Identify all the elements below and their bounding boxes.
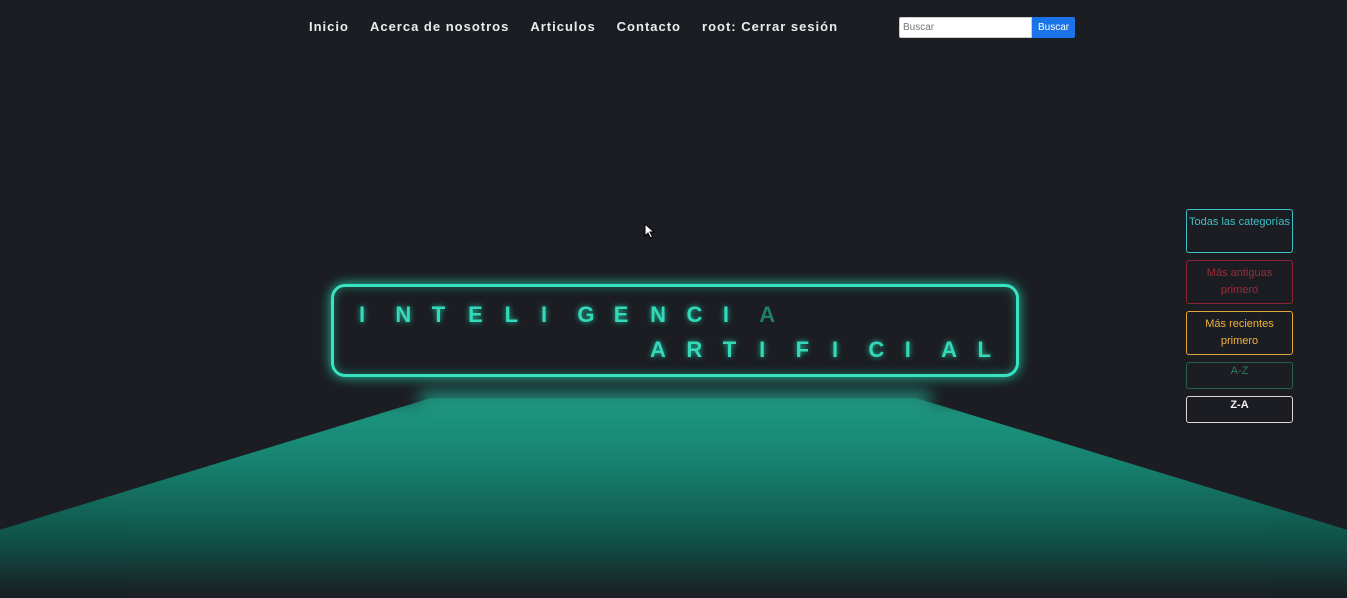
search-input[interactable] [899, 17, 1032, 38]
hero-letter: F [795, 337, 810, 362]
nav-logout[interactable]: root: Cerrar sesión [702, 19, 838, 34]
hero-letter: R [686, 337, 703, 362]
hero-letter: T [431, 302, 446, 327]
sort-filter-panel: Todas las categorías Más antiguas primer… [1186, 209, 1293, 423]
hero-letter: N [395, 302, 412, 327]
sort-newest-button[interactable]: Más recientes primero [1186, 311, 1293, 355]
hero-letter: I [759, 337, 766, 362]
hero-letter: I [540, 302, 548, 327]
hero-line-1: I N T E L I G E N C I A [359, 302, 796, 328]
hero-letter: C [686, 302, 703, 327]
hero-neon-sign: I N T E L I G E N C I A A R T I F I C I … [331, 284, 1019, 377]
hero-letter: A [650, 337, 666, 362]
hero-letter: C [868, 337, 885, 362]
hero-letter: L [504, 302, 519, 327]
hero-letter: A [759, 302, 776, 327]
hero-letter: T [722, 337, 737, 362]
sort-az-button[interactable]: A-Z [1186, 362, 1293, 389]
nav-articulos[interactable]: Articulos [530, 19, 595, 34]
hero-letter: I [904, 337, 911, 362]
hero-letter: I [722, 302, 730, 327]
hero-letter: A [941, 337, 958, 362]
hero-letter: I [359, 302, 366, 327]
main-nav: Inicio Acerca de nosotros Articulos Cont… [309, 19, 859, 34]
sort-za-button[interactable]: Z-A [1186, 396, 1293, 423]
hero-letter: E [613, 302, 629, 327]
sort-oldest-button[interactable]: Más antiguas primero [1186, 260, 1293, 304]
floor-glow [420, 392, 930, 406]
hero-letter: L [977, 337, 991, 362]
filter-all-categories-button[interactable]: Todas las categorías [1186, 209, 1293, 253]
search-form: Buscar [899, 17, 1076, 38]
hero-letter: I [831, 337, 839, 362]
hero-letter: N [650, 302, 667, 327]
search-button[interactable]: Buscar [1032, 17, 1076, 38]
nav-contacto[interactable]: Contacto [617, 19, 681, 34]
hero-letter: G [577, 302, 595, 327]
nav-inicio[interactable]: Inicio [309, 19, 349, 34]
neon-floor [0, 398, 1347, 598]
hero-letter: E [468, 302, 483, 327]
hero-line-2: A R T I F I C I A L [650, 337, 1014, 363]
mouse-cursor-icon [644, 223, 656, 239]
nav-acerca[interactable]: Acerca de nosotros [370, 19, 509, 34]
